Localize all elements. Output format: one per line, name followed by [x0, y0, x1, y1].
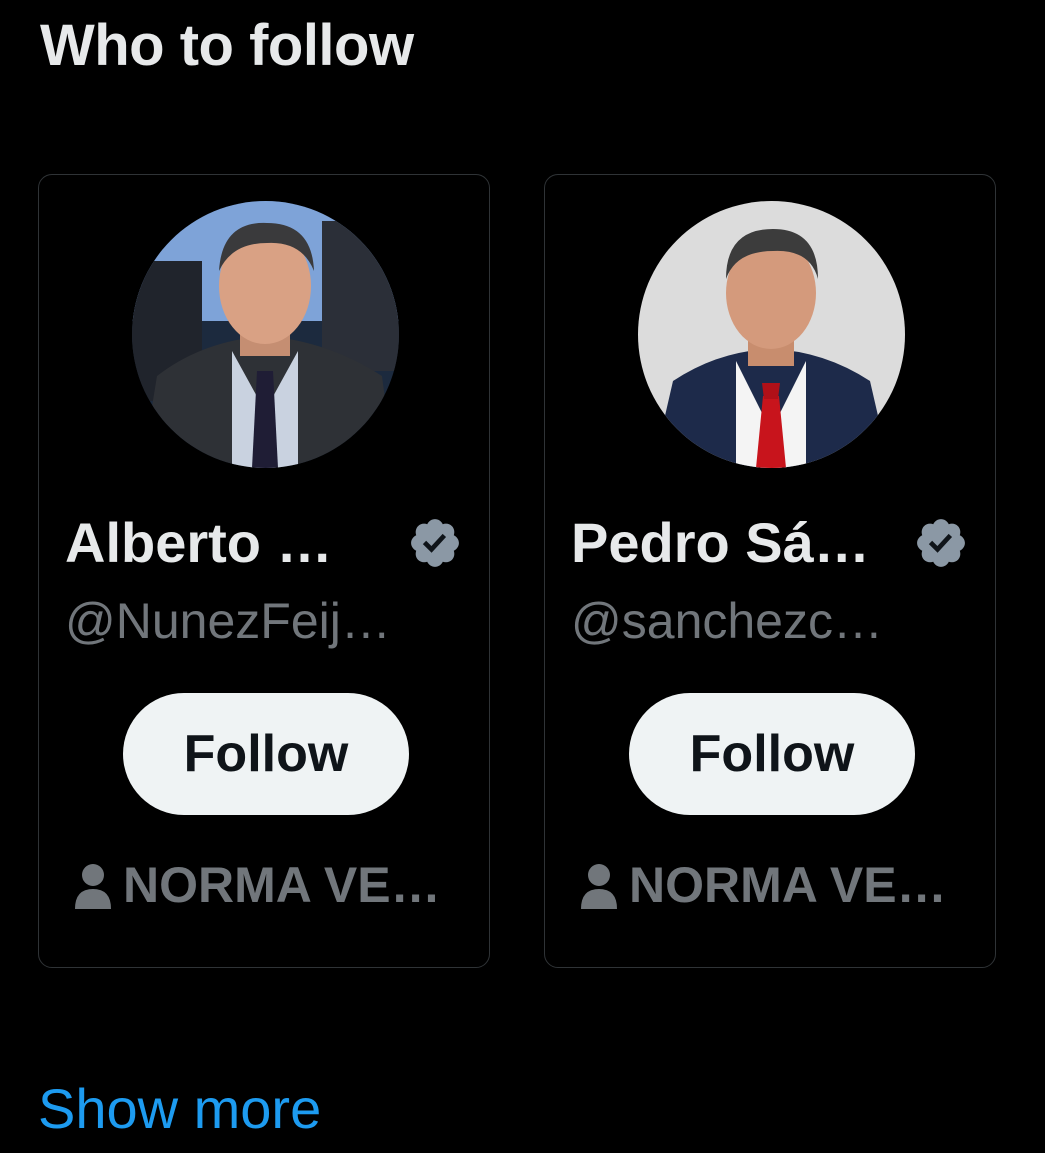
follow-button[interactable]: Follow [629, 693, 915, 815]
profile-photo [132, 201, 399, 468]
user-handle[interactable]: @sanchezc… [571, 591, 883, 651]
followed-by-text: NORMA VE… [629, 857, 947, 913]
profile-photo [638, 201, 905, 468]
verified-badge-icon [917, 519, 965, 567]
name-row[interactable]: Alberto … [65, 511, 465, 575]
suggestion-card[interactable]: Pedro Sá… @sanchezc… Follow NORMA VE… [544, 174, 996, 968]
follow-button[interactable]: Follow [123, 693, 409, 815]
display-name[interactable]: Pedro Sá… [571, 511, 870, 575]
suggestion-card[interactable]: Alberto … @NunezFeij… Follow NORMA VE… [38, 174, 490, 968]
user-handle[interactable]: @NunezFeij… [65, 591, 391, 651]
show-more-link[interactable]: Show more [38, 1076, 321, 1142]
person-icon [75, 864, 111, 909]
avatar[interactable] [638, 201, 905, 468]
display-name[interactable]: Alberto … [65, 511, 333, 575]
name-row[interactable]: Pedro Sá… [571, 511, 971, 575]
followed-by-text: NORMA VE… [123, 857, 441, 913]
verified-badge-icon [411, 519, 459, 567]
section-title: Who to follow [40, 13, 414, 78]
avatar[interactable] [132, 201, 399, 468]
person-icon [581, 864, 617, 909]
